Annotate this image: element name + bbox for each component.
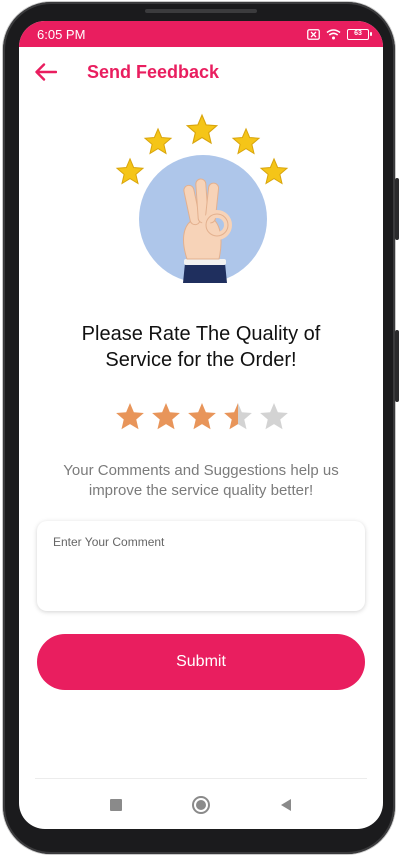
submit-button[interactable]: Submit (37, 634, 365, 690)
rating-subtext: Your Comments and Suggestions help us im… (63, 462, 339, 499)
comment-input[interactable] (37, 521, 365, 611)
rating-star-icon[interactable] (222, 401, 254, 433)
system-nav-bar (19, 791, 383, 819)
speaker-grille (145, 9, 257, 13)
back-icon[interactable] (272, 791, 300, 819)
ok-hand-icon (183, 178, 232, 283)
sim-x-icon (307, 28, 320, 40)
rating-star-icon[interactable] (114, 401, 146, 433)
decorative-star-icon (231, 127, 261, 155)
rating-star-icon[interactable] (150, 401, 182, 433)
nav-divider (35, 778, 367, 779)
rating-star-icon[interactable] (186, 401, 218, 433)
rating-illustration (109, 113, 293, 283)
decorative-star-icon (185, 113, 219, 145)
screen: 6:05 PM 63 Send Feedback Please Rate The… (19, 21, 383, 829)
decorative-star-icon (115, 157, 145, 185)
volume-button (395, 178, 399, 240)
decorative-star-icon (259, 157, 289, 185)
app-bar: Send Feedback (19, 47, 383, 97)
rating-question: Please Rate The Quality of Service for t… (81, 323, 321, 371)
rating-star-icon[interactable] (258, 401, 290, 433)
phone-frame: 6:05 PM 63 Send Feedback Please Rate The… (3, 2, 395, 854)
wifi-icon (326, 28, 341, 40)
recent-apps-icon[interactable] (102, 791, 130, 819)
back-arrow-icon[interactable] (35, 59, 61, 85)
page-title: Send Feedback (87, 61, 220, 82)
status-icons: 63 (307, 28, 372, 40)
comment-box (37, 521, 365, 611)
decorative-star-icon (143, 127, 173, 155)
power-button (395, 330, 399, 402)
battery-icon: 63 (347, 28, 372, 40)
star-rating[interactable] (114, 401, 294, 435)
status-time: 6:05 PM (37, 26, 86, 42)
home-icon[interactable] (187, 791, 215, 819)
status-bar: 6:05 PM 63 (19, 21, 383, 47)
